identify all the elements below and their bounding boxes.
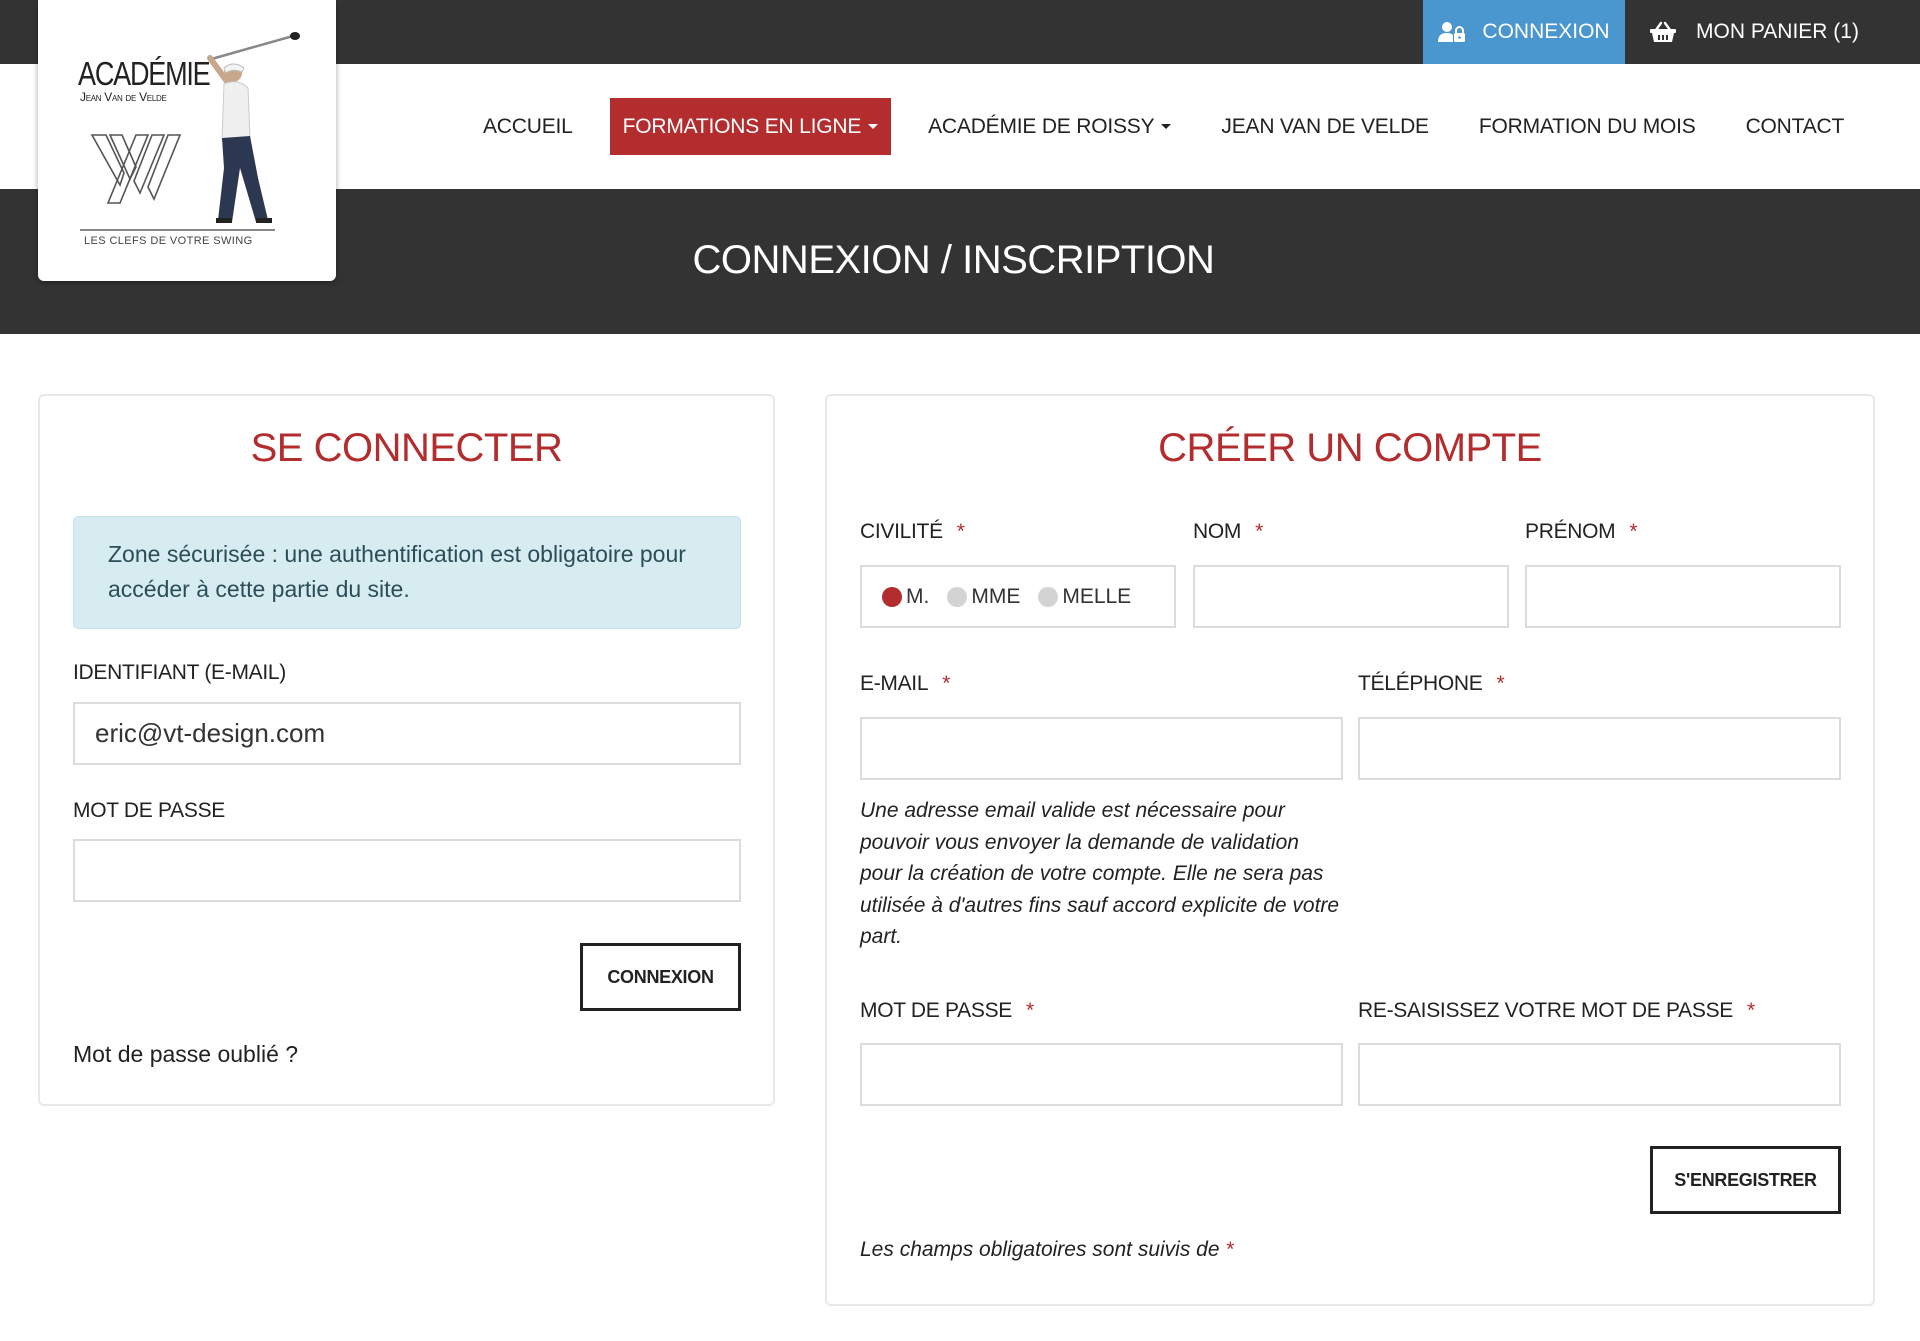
lastname-label: NOM * xyxy=(1193,520,1263,543)
login-email-input[interactable] xyxy=(73,702,741,765)
caret-down-icon xyxy=(1161,124,1172,129)
required-asterisk: * xyxy=(1255,520,1263,543)
login-password-input[interactable] xyxy=(73,839,741,902)
nav-item-academie-de-roissy[interactable]: ACADÉMIE DE ROISSY xyxy=(915,98,1184,155)
register-card: CRÉER UN COMPTE CIVILITÉ * NOM * PRÉNOM * M… xyxy=(825,394,1875,1306)
forgot-password-link[interactable]: Mot de passe oublié ? xyxy=(73,1041,298,1068)
password-confirm-input[interactable] xyxy=(1358,1043,1841,1106)
login-submit-button[interactable]: CONNEXION xyxy=(580,943,741,1011)
login-card: SE CONNECTER Zone sécurisée : une authen… xyxy=(38,394,775,1106)
top-login-button[interactable]: CONNEXION xyxy=(1423,0,1625,64)
nav-item-formation-du-mois[interactable]: FORMATION DU MOIS xyxy=(1466,98,1709,155)
nav-item-formations-en-ligne[interactable]: FORMATIONS EN LIGNE xyxy=(609,98,892,155)
civility-radio-group: M. MME MELLE xyxy=(860,565,1176,628)
radio-unchecked-icon xyxy=(947,586,968,607)
golfer-illustration-icon xyxy=(188,28,308,238)
required-asterisk: * xyxy=(942,672,951,695)
login-title: SE CONNECTER xyxy=(250,426,563,470)
lastname-input[interactable] xyxy=(1193,565,1509,628)
required-asterisk: * xyxy=(1026,999,1034,1022)
nav-item-label: ACADÉMIE DE ROISSY xyxy=(928,114,1155,138)
radio-checked-icon xyxy=(882,586,902,607)
nav-item-accueil[interactable]: ACCUEIL xyxy=(470,98,586,155)
secure-zone-alert: Zone sécurisée : une authentification es… xyxy=(73,516,741,629)
civility-label: CIVILITÉ * xyxy=(860,520,965,543)
required-asterisk: * xyxy=(956,520,965,543)
phone-input[interactable] xyxy=(1358,717,1841,780)
password-confirm-label: RE-SAISISSEZ VOTRE MOT DE PASSE * xyxy=(1358,999,1755,1022)
firstname-label: PRÉNOM * xyxy=(1525,520,1638,543)
nav-item-contact[interactable]: CONTACT xyxy=(1733,98,1858,155)
logo-subtitle: Jean Van de Velde xyxy=(80,90,167,104)
required-fields-note: Les champs obligatoires sont suivis de * xyxy=(860,1238,1234,1261)
register-password-input[interactable] xyxy=(860,1043,1343,1106)
email-help-text: Une adresse email valide est nécessaire … xyxy=(860,799,1340,948)
required-asterisk: * xyxy=(1496,672,1505,695)
nav-item-label: ACCUEIL xyxy=(483,114,573,138)
required-asterisk: * xyxy=(1629,520,1638,543)
nav-item-label: JEAN VAN DE VELDE xyxy=(1221,114,1429,138)
logo-tagline: LES CLEFS DE VOTRE SWING xyxy=(84,235,253,247)
required-asterisk: * xyxy=(1225,1238,1234,1261)
register-password-label: MOT DE PASSE * xyxy=(860,999,1034,1022)
cart-button[interactable]: MON PANIER (1) xyxy=(1650,0,1859,64)
register-email-input[interactable] xyxy=(860,717,1343,780)
phone-label: TÉLÉPHONE * xyxy=(1358,672,1505,695)
user-lock-icon xyxy=(1438,21,1466,43)
nav-item-label: FORMATIONS EN LIGNE xyxy=(622,114,862,138)
caret-down-icon xyxy=(868,124,879,129)
nav-item-label: FORMATION DU MOIS xyxy=(1478,114,1696,138)
site-logo[interactable]: ACADÉMIE Jean Van de Velde LES CLEFS DE xyxy=(38,0,336,281)
jvv-monogram-icon xyxy=(90,133,182,210)
register-submit-button[interactable]: S'ENREGISTRER xyxy=(1650,1146,1841,1214)
civility-option-melle[interactable]: MELLE xyxy=(1038,585,1131,609)
firstname-input[interactable] xyxy=(1525,565,1841,628)
civility-option-m[interactable]: M. xyxy=(882,585,929,609)
register-email-label: E-MAIL * xyxy=(860,672,951,695)
radio-unchecked-icon xyxy=(1038,586,1059,607)
email-label: IDENTIFIANT (E-MAIL) xyxy=(73,661,286,684)
required-asterisk: * xyxy=(1747,999,1755,1022)
top-login-label: CONNEXION xyxy=(1482,20,1610,43)
nav-item-jean-van-de-velde[interactable]: JEAN VAN DE VELDE xyxy=(1208,98,1441,155)
basket-icon xyxy=(1650,21,1676,43)
password-label: MOT DE PASSE xyxy=(73,799,225,822)
main-nav: ACCUEIL FORMATIONS EN LIGNE ACADÉMIE DE … xyxy=(470,98,1857,155)
logo-divider xyxy=(80,229,275,231)
nav-item-label: CONTACT xyxy=(1745,114,1845,138)
cart-label: MON PANIER (1) xyxy=(1696,20,1859,43)
register-title: CRÉER UN COMPTE xyxy=(1158,426,1542,470)
civility-option-mme[interactable]: MME xyxy=(947,585,1020,609)
